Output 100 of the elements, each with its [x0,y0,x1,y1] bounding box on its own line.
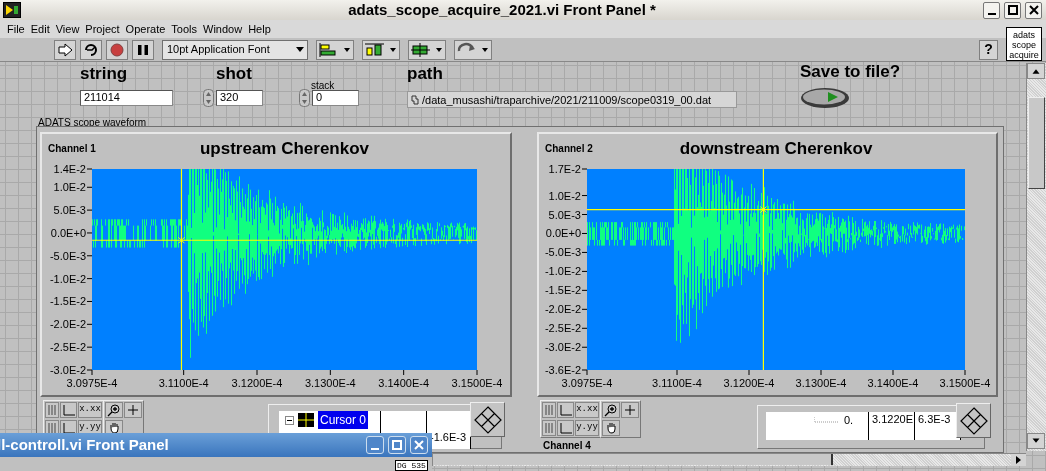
format-button[interactable]: x.xx [575,402,599,418]
cursor-line[interactable] [180,168,183,371]
pause-button[interactable] [132,39,154,60]
axis-tick-label: 1.7E-2 [548,163,581,175]
axis-tick-label: 0.0E+0 [545,227,581,240]
pan-tool-button[interactable] [602,419,620,436]
horizontal-scrollbar[interactable] [432,453,1026,466]
cursor-line[interactable] [91,239,478,241]
menu-item[interactable]: Tools [168,20,201,38]
close-icon [1028,5,1039,15]
cursor-marker-icon[interactable] [177,236,185,244]
minimize-icon [370,448,380,450]
legend-cell-text: 3.1220E [871,412,914,426]
run-continuously-button[interactable] [80,39,102,60]
help-button[interactable]: ? [979,39,998,60]
y-scale-lock-button[interactable] [557,419,574,436]
run-button[interactable] [54,39,76,60]
cluster-label: ADATS scope waveform [38,116,147,130]
cursor-mover-button[interactable] [470,402,505,437]
maximize-button[interactable] [1004,1,1021,19]
cursor-mover-button[interactable] [956,403,991,438]
legend-cell-text: 6.3E-3 [917,412,952,426]
cursor-name[interactable]: Cursor 0 [318,411,368,429]
maximize-icon [392,440,402,450]
collapse-icon[interactable] [285,415,294,425]
increment-decrement-button[interactable] [299,89,310,107]
font-dropdown[interactable]: 10pt Application Font [162,39,308,60]
vertical-scrollbar[interactable] [1026,63,1046,451]
axis-tick-label: -2.5E-2 [544,322,581,335]
path-browse-icon[interactable] [411,94,419,105]
numeric-field[interactable]: 0 [312,90,359,106]
axis-tick-label: 1.4E-2 [53,163,86,175]
axis-tick-label: -1.0E-2 [49,272,86,285]
cursor-marker-icon[interactable] [759,206,767,214]
axis-tick-label: -5.0E-3 [544,246,581,259]
reorder-button[interactable] [454,39,492,60]
control-label: shot [216,64,252,84]
axis-tick-label: 1.0E-2 [53,181,86,194]
menu-item[interactable]: Window [200,20,246,38]
minimize-button[interactable] [983,1,1000,19]
maximize-icon [1007,5,1018,15]
x-scale-lock-button[interactable] [60,402,77,418]
menu-item[interactable]: File [4,20,28,38]
resize-objects-icon [410,41,444,58]
axis-tick-label: -1.0E-2 [544,265,581,278]
abort-button[interactable] [106,39,128,60]
window-title: ll-controll.vi Front Panel [0,434,169,455]
axis-tick-label: 3.0975E-4 [66,377,118,389]
align-objects-icon [318,41,352,58]
menu-item[interactable]: Help [245,20,274,38]
hand-icon [605,421,617,434]
control-label: string [80,64,128,84]
axis-tick-label: 3.1500E-4 [939,377,991,389]
graph-label: Channel 2 [545,143,593,154]
cursor-tool-button[interactable] [124,402,142,418]
cursor-style-icon[interactable] [298,413,314,427]
cursor-line[interactable] [586,209,966,211]
numeric-field[interactable]: 320 [216,90,263,106]
control-label: path [407,64,443,84]
menu-item[interactable]: Edit [27,20,53,38]
resize-objects-button[interactable] [408,39,446,60]
hand-icon [108,421,120,434]
app-icon [3,2,21,18]
menu-item[interactable]: View [52,20,83,38]
align-objects-button[interactable] [316,39,354,60]
axis-tick-label: 0.0E+0 [50,226,86,239]
axis-tick-label: 3.1300E-4 [304,377,356,389]
graph-title: upstream Cherenkov [199,139,370,158]
path-field[interactable]: /data_musashi/traparchive/2021/211009/scope0319_00.dat [407,91,737,108]
axis-tick-label: -3.6E-2 [544,364,581,376]
increment-decrement-button[interactable] [203,89,214,107]
format-button[interactable]: y.yy [575,419,599,436]
axis-tick-label: -3.0E-2 [49,364,86,376]
menu-item[interactable]: Operate [122,20,169,38]
cursor-line[interactable] [762,168,764,371]
graph-label: Channel 4 [543,440,591,451]
cursor-tool-button[interactable] [621,402,639,418]
menu-item[interactable]: Project [82,20,123,38]
text-field[interactable]: 211014 [80,90,173,106]
axis-tick-label: -1.5E-2 [49,295,86,308]
axis-tick-label: 5.0E-3 [53,204,86,217]
control-label: Save to file? [800,62,901,82]
scroll-thumb[interactable] [1028,97,1045,189]
legend-cell-text: -1.6E-3 [429,430,468,444]
boolean-button[interactable] [800,87,850,109]
run-continuously-icon [82,41,100,58]
x-scale-lock-button[interactable] [557,402,574,418]
close-button[interactable] [1025,1,1042,19]
graph-label: Channel 1 [48,143,96,154]
format-button[interactable]: x.xx [78,402,102,418]
axis-tick-label: -2.5E-2 [49,341,86,354]
zoom-button[interactable] [105,402,123,418]
axis-tick-label: 3.1400E-4 [867,377,919,389]
axis-tick-label: -1.5E-2 [544,284,581,297]
axis-tick-label: 3.1300E-4 [795,377,847,389]
tree-connector-icon [814,417,838,423]
axis-tick-label: 3.1500E-4 [451,377,503,389]
axis-tick-label: 5.0E-3 [548,208,581,221]
distribute-objects-button[interactable] [362,39,400,60]
zoom-button[interactable] [602,402,620,418]
